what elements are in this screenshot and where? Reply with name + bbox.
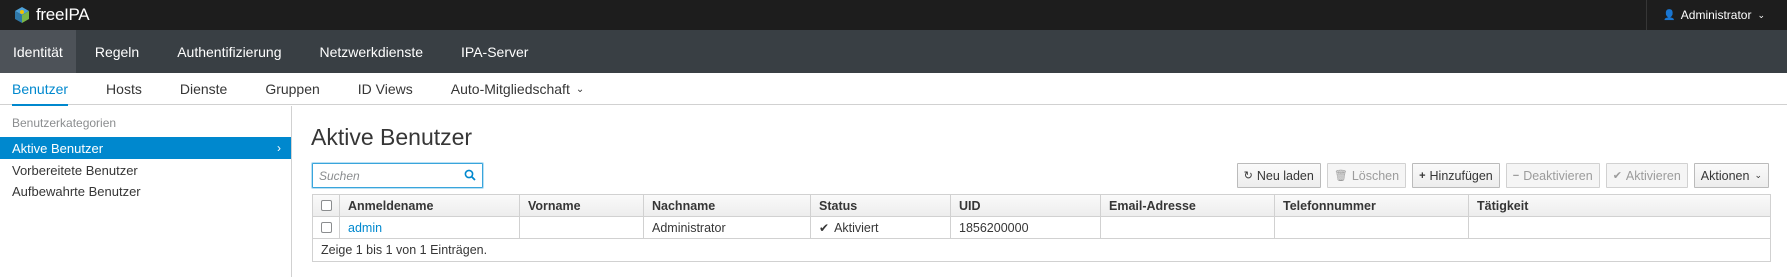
refresh-icon: ↻ — [1243, 170, 1253, 182]
column-header-first-name[interactable]: Vorname — [520, 195, 644, 216]
sidebar-item-stage-users[interactable]: Vorbereitete Benutzer — [0, 159, 291, 181]
chevron-down-icon: ⌄ — [1757, 9, 1765, 20]
user-link[interactable]: admin — [348, 221, 382, 235]
sidebar-item-label: Aktive Benutzer — [12, 140, 104, 156]
column-header-uid[interactable]: UID — [951, 195, 1101, 216]
tab-label: ID Views — [357, 81, 413, 97]
trash-icon: 🗑 — [1333, 170, 1348, 182]
column-header-email[interactable]: Email-Adresse — [1101, 195, 1275, 216]
tab-groups[interactable]: Gruppen — [246, 73, 338, 105]
primary-nav-label: Identität — [13, 43, 63, 60]
primary-nav-label: Regeln — [94, 43, 140, 60]
brand-name: freeIPA — [36, 5, 90, 24]
search-box — [312, 163, 483, 188]
chevron-down-icon: ⌄ — [575, 83, 585, 95]
column-header-status[interactable]: Status — [811, 195, 951, 216]
user-icon: 👤 — [1663, 9, 1676, 21]
users-table: Anmeldename Vorname Nachname Status UID … — [312, 194, 1771, 262]
cell-phone — [1275, 217, 1469, 238]
add-label: Hinzufügen — [1429, 168, 1493, 183]
primary-nav-label: Netzwerkdienste — [319, 43, 424, 60]
reload-button[interactable]: ↻ Neu laden — [1236, 163, 1321, 188]
activate-button[interactable]: ✔ Aktivieren — [1605, 163, 1688, 188]
search-icon[interactable] — [464, 169, 476, 181]
status-text: Aktiviert — [834, 220, 879, 235]
primary-nav: Identität Regeln Authentifizierung Netzw… — [0, 30, 1787, 73]
column-header-phone[interactable]: Telefonnummer — [1275, 195, 1469, 216]
page-title: Aktive Benutzer — [311, 124, 473, 150]
row-select-cell — [313, 217, 340, 238]
primary-nav-label: Authentifizierung — [177, 43, 282, 60]
delete-label: Löschen — [1351, 168, 1400, 183]
cell-last-name: Administrator — [644, 217, 811, 238]
search-input[interactable] — [313, 164, 453, 187]
main-content: Aktive Benutzer ↻ Neu laden 🗑 Löschen + … — [293, 106, 1787, 277]
deactivate-button[interactable]: − Deaktivieren — [1505, 163, 1600, 188]
sidebar-item-preserved-users[interactable]: Aufbewahrte Benutzer — [0, 180, 291, 202]
primary-nav-policy[interactable]: Regeln — [76, 30, 158, 73]
reload-label: Neu laden — [1256, 168, 1314, 183]
sidebar-item-label: Vorbereitete Benutzer — [12, 162, 138, 178]
actions-label: Aktionen — [1700, 168, 1750, 183]
primary-nav-ipa-server[interactable]: IPA-Server — [442, 30, 547, 73]
freeipa-logo-icon — [15, 7, 29, 23]
user-menu[interactable]: 👤 Administrator ⌄ — [1646, 0, 1787, 30]
primary-nav-label: IPA-Server — [461, 43, 529, 60]
tab-label: Gruppen — [265, 81, 320, 97]
secondary-nav: Benutzer Hosts Dienste Gruppen ID Views … — [0, 73, 1787, 106]
activate-label: Aktivieren — [1625, 168, 1681, 183]
minus-icon: − — [1512, 169, 1520, 182]
toolbar: ↻ Neu laden 🗑 Löschen + Hinzufügen − Dea… — [1236, 163, 1769, 188]
tab-label: Hosts — [106, 81, 142, 97]
table-row: admin Administrator ✔ Aktiviert 18562000… — [313, 217, 1770, 239]
column-header-job-title[interactable]: Tätigkeit — [1469, 195, 1770, 216]
sidebar-item-active-users[interactable]: Aktive Benutzer › — [0, 137, 291, 159]
user-name: Administrator — [1680, 8, 1752, 22]
cell-status: ✔ Aktiviert — [811, 217, 951, 238]
tab-label: Dienste — [179, 81, 228, 97]
tab-id-views[interactable]: ID Views — [339, 73, 432, 105]
check-icon: ✔ — [819, 220, 830, 235]
primary-nav-network-services[interactable]: Netzwerkdienste — [301, 30, 443, 73]
chevron-right-icon: › — [277, 141, 281, 155]
cell-job-title — [1469, 217, 1770, 238]
tab-label: Benutzer — [12, 81, 69, 97]
primary-nav-authentication[interactable]: Authentifizierung — [158, 30, 300, 73]
tab-services[interactable]: Dienste — [161, 73, 246, 105]
tab-label: Auto-Mitgliedschaft — [450, 81, 570, 97]
tab-hosts[interactable]: Hosts — [87, 73, 161, 105]
cell-login: admin — [340, 217, 520, 238]
sidebar-item-label: Aufbewahrte Benutzer — [12, 183, 141, 199]
add-button[interactable]: + Hinzufügen — [1412, 163, 1500, 188]
deactivate-label: Deaktivieren — [1523, 168, 1593, 183]
chevron-down-icon: ⌄ — [1754, 170, 1762, 180]
masthead: freeIPA 👤 Administrator ⌄ — [0, 0, 1787, 30]
select-all-cell — [313, 195, 340, 216]
sidebar: Benutzerkategorien Aktive Benutzer › Vor… — [0, 106, 292, 277]
table-header-row: Anmeldename Vorname Nachname Status UID … — [313, 195, 1770, 217]
check-icon: ✔ — [1612, 170, 1622, 182]
column-header-last-name[interactable]: Nachname — [644, 195, 811, 216]
column-header-login[interactable]: Anmeldename — [340, 195, 520, 216]
tab-users[interactable]: Benutzer — [0, 73, 87, 106]
row-checkbox[interactable] — [321, 222, 332, 233]
cell-first-name — [520, 217, 644, 238]
primary-nav-identity[interactable]: Identität — [0, 30, 76, 73]
tab-automember[interactable]: Auto-Mitgliedschaft ⌄ — [432, 73, 603, 105]
brand[interactable]: freeIPA — [0, 0, 90, 30]
table-footer: Zeige 1 bis 1 von 1 Einträgen. — [321, 243, 488, 257]
cell-email — [1101, 217, 1275, 238]
sidebar-heading: Benutzerkategorien — [12, 116, 117, 130]
select-all-checkbox[interactable] — [321, 200, 332, 211]
cell-uid: 1856200000 — [951, 217, 1101, 238]
plus-icon: + — [1419, 169, 1426, 182]
actions-dropdown[interactable]: Aktionen ⌄ — [1693, 163, 1769, 188]
delete-button[interactable]: 🗑 Löschen — [1326, 163, 1407, 188]
